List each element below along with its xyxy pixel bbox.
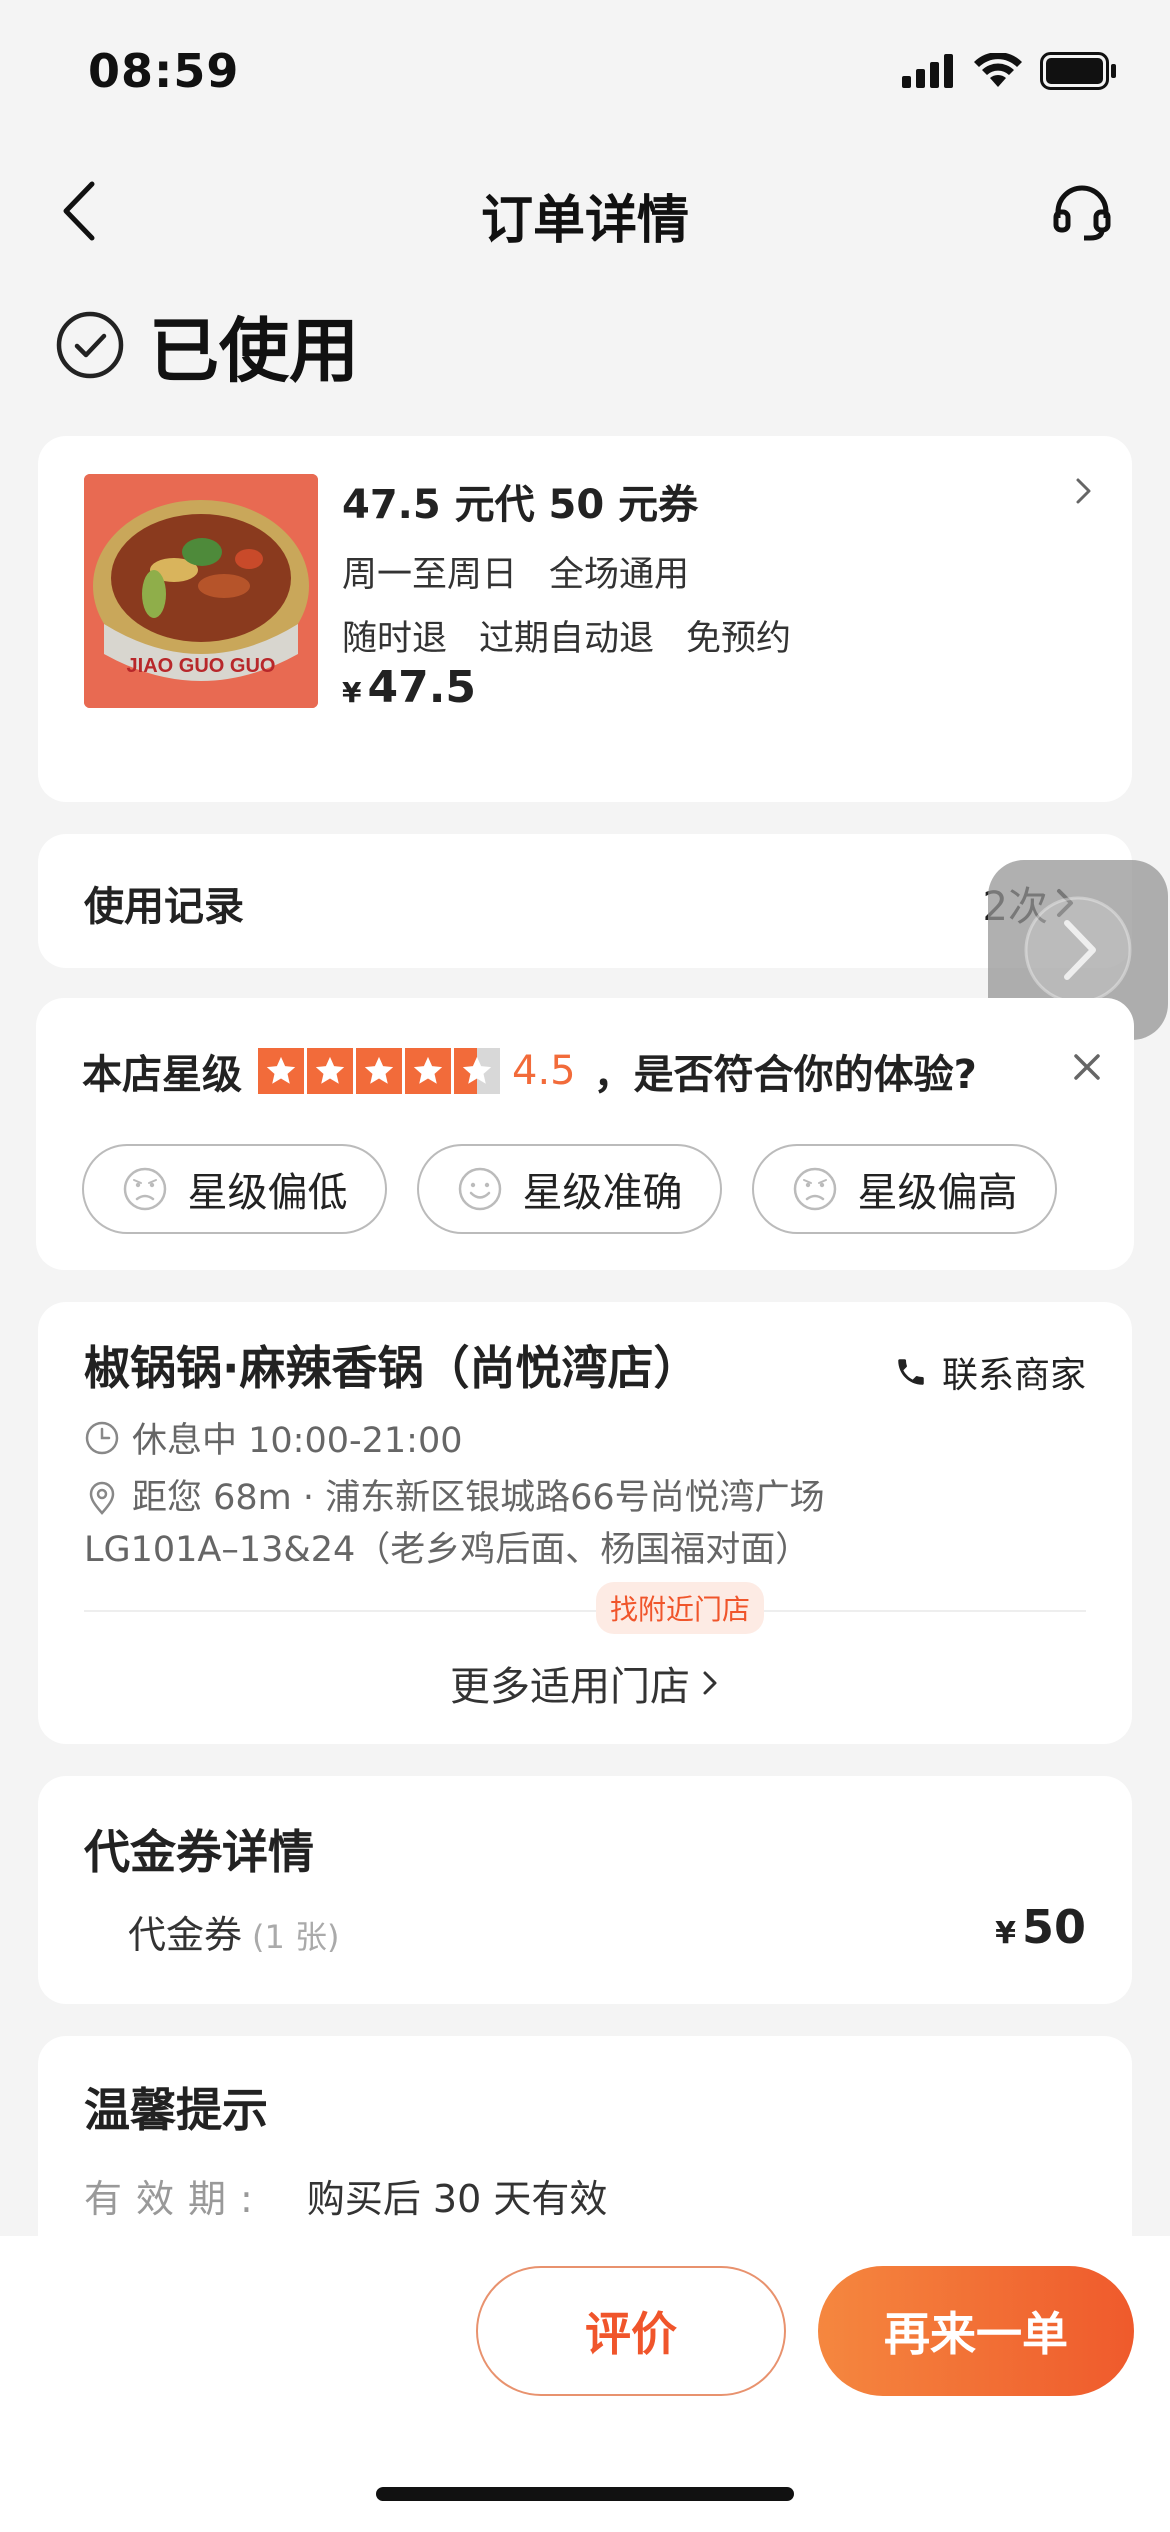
voucher-item-name: 代金券 bbox=[128, 1913, 243, 1957]
store-rating-card: 本店星级 4.5 ，是否符合你的体验? 星级偏低 星级准确 星级偏高 bbox=[36, 998, 1134, 1270]
nearby-stores-badge: 找附近门店 bbox=[596, 1582, 765, 1634]
voucher-title: 代金券详情 bbox=[84, 1825, 314, 1879]
product-title: 47.5 元代 50 元券 bbox=[342, 482, 699, 528]
review-button[interactable]: 评价 bbox=[476, 2266, 786, 2396]
product-tag: 过期自动退 bbox=[479, 619, 655, 659]
sad-face-icon bbox=[123, 1167, 166, 1211]
store-hours-text: 休息中 10:00-21:00 bbox=[132, 1421, 463, 1461]
reorder-button[interactable]: 再来一单 bbox=[818, 2266, 1134, 2396]
status-icons bbox=[902, 52, 1118, 90]
more-stores-link[interactable]: 更多适用门店 bbox=[38, 1654, 1132, 1712]
smile-face-icon bbox=[458, 1167, 501, 1211]
product-tag: 全场通用 bbox=[549, 555, 690, 595]
voucher-count: (1 张) bbox=[252, 1918, 340, 1956]
product-card[interactable]: JIAO GUO GUO 47.5 元代 50 元券 周一至周日 全场通用 随时… bbox=[38, 436, 1132, 802]
customer-service-button[interactable] bbox=[1042, 174, 1122, 250]
order-status-text: 已使用 bbox=[149, 309, 359, 392]
store-card: 椒锅锅·麻辣香锅（尚悦湾店） 联系商家 休息中 10:00-21:00 距您 6… bbox=[38, 1302, 1132, 1744]
location-pin-icon bbox=[89, 1481, 115, 1515]
rating-prefix: 本店星级 bbox=[82, 1052, 242, 1098]
divider bbox=[84, 1610, 1086, 1612]
store-address[interactable]: 距您 68m · 浦东新区银城路66号尚悦湾广场 LG101A–13&24（老乡… bbox=[84, 1472, 984, 1576]
price-value: 47.5 bbox=[367, 662, 477, 713]
voucher-details-card: 代金券详情 代金券 (1 张) ¥ 50 bbox=[38, 1776, 1132, 2004]
validity-row: 有效期: 购买后 30 天有效 bbox=[84, 2168, 607, 2223]
svg-text:JIAO GUO GUO: JIAO GUO GUO bbox=[127, 655, 276, 677]
store-address-line1: 距您 68m · 浦东新区银城路66号尚悦湾广场 bbox=[132, 1478, 825, 1518]
rating-row: 本店星级 4.5 ，是否符合你的体验? bbox=[82, 1042, 977, 1100]
currency-symbol: ¥ bbox=[995, 1916, 1016, 1951]
chevron-right-icon bbox=[1074, 476, 1094, 510]
sad-face-icon bbox=[793, 1167, 836, 1211]
product-tag: 免预约 bbox=[686, 619, 792, 659]
contact-merchant-label: 联系商家 bbox=[941, 1355, 1086, 1396]
product-tag: 随时退 bbox=[342, 619, 448, 659]
rating-option-high[interactable]: 星级偏高 bbox=[752, 1144, 1057, 1234]
validity-label: 有效期: bbox=[84, 2177, 267, 2221]
status-time: 08:59 bbox=[88, 44, 240, 98]
store-address-line2: LG101A–13&24（老乡鸡后面、杨国福对面） bbox=[84, 1530, 811, 1570]
product-tag: 周一至周日 bbox=[342, 555, 518, 595]
product-price: ¥ 47.5 bbox=[342, 662, 476, 713]
product-image: JIAO GUO GUO bbox=[84, 474, 318, 708]
cellular-signal-icon bbox=[902, 54, 953, 88]
rating-options: 星级偏低 星级准确 星级偏高 bbox=[82, 1144, 1057, 1234]
voucher-price-value: 50 bbox=[1021, 1900, 1086, 1954]
product-tags-line1: 周一至周日 全场通用 bbox=[342, 546, 689, 597]
page-title: 订单详情 bbox=[480, 191, 689, 251]
voucher-price: ¥ 50 bbox=[995, 1900, 1086, 1954]
rating-option-label: 星级偏高 bbox=[857, 1170, 1018, 1216]
clock-icon bbox=[85, 1421, 119, 1454]
close-button[interactable] bbox=[1072, 1052, 1102, 1086]
rating-option-low[interactable]: 星级偏低 bbox=[82, 1144, 387, 1234]
half-star-icon bbox=[454, 1048, 500, 1094]
order-status: 已使用 bbox=[55, 300, 359, 392]
rating-score: 4.5 bbox=[512, 1048, 576, 1094]
rating-question: ，是否符合你的体验? bbox=[593, 1052, 977, 1098]
rating-option-label: 星级偏低 bbox=[187, 1170, 348, 1216]
usage-record-row[interactable]: 使用记录 2次 bbox=[38, 834, 1132, 968]
tips-card: 温馨提示 有效期: 购买后 30 天有效 bbox=[38, 2036, 1132, 2236]
rating-stars bbox=[258, 1048, 500, 1094]
battery-icon bbox=[1040, 52, 1116, 90]
star-icon bbox=[307, 1048, 353, 1094]
wifi-icon bbox=[974, 53, 1022, 87]
status-bar: 08:59 bbox=[0, 0, 1170, 150]
product-tags-line2: 随时退 过期自动退 免预约 bbox=[342, 610, 791, 661]
rating-option-accurate[interactable]: 星级准确 bbox=[417, 1144, 722, 1234]
check-circle-icon bbox=[56, 311, 124, 379]
contact-merchant-button[interactable]: 联系商家 bbox=[894, 1346, 1086, 1398]
validity-value: 购买后 30 天有效 bbox=[306, 2177, 608, 2221]
more-stores-label: 更多适用门店 bbox=[450, 1664, 690, 1710]
store-hours: 休息中 10:00-21:00 bbox=[84, 1412, 462, 1463]
star-icon bbox=[356, 1048, 402, 1094]
phone-icon bbox=[898, 1359, 924, 1385]
chevron-right-icon bbox=[1024, 896, 1132, 1004]
voucher-item: 代金券 (1 张) bbox=[128, 1904, 340, 1959]
store-name[interactable]: 椒锅锅·麻辣香锅（尚悦湾店） bbox=[84, 1332, 699, 1398]
nav-bar: 订单详情 bbox=[0, 150, 1170, 270]
headset-icon bbox=[1053, 185, 1111, 241]
rating-option-label: 星级准确 bbox=[522, 1170, 683, 1216]
currency-symbol: ¥ bbox=[342, 676, 362, 709]
usage-record-label: 使用记录 bbox=[84, 884, 244, 930]
home-indicator bbox=[376, 2487, 794, 2501]
chevron-right-icon bbox=[703, 1671, 717, 1695]
close-icon bbox=[1074, 1054, 1100, 1080]
tips-title: 温馨提示 bbox=[84, 2083, 268, 2137]
star-icon bbox=[405, 1048, 451, 1094]
star-icon bbox=[258, 1048, 304, 1094]
